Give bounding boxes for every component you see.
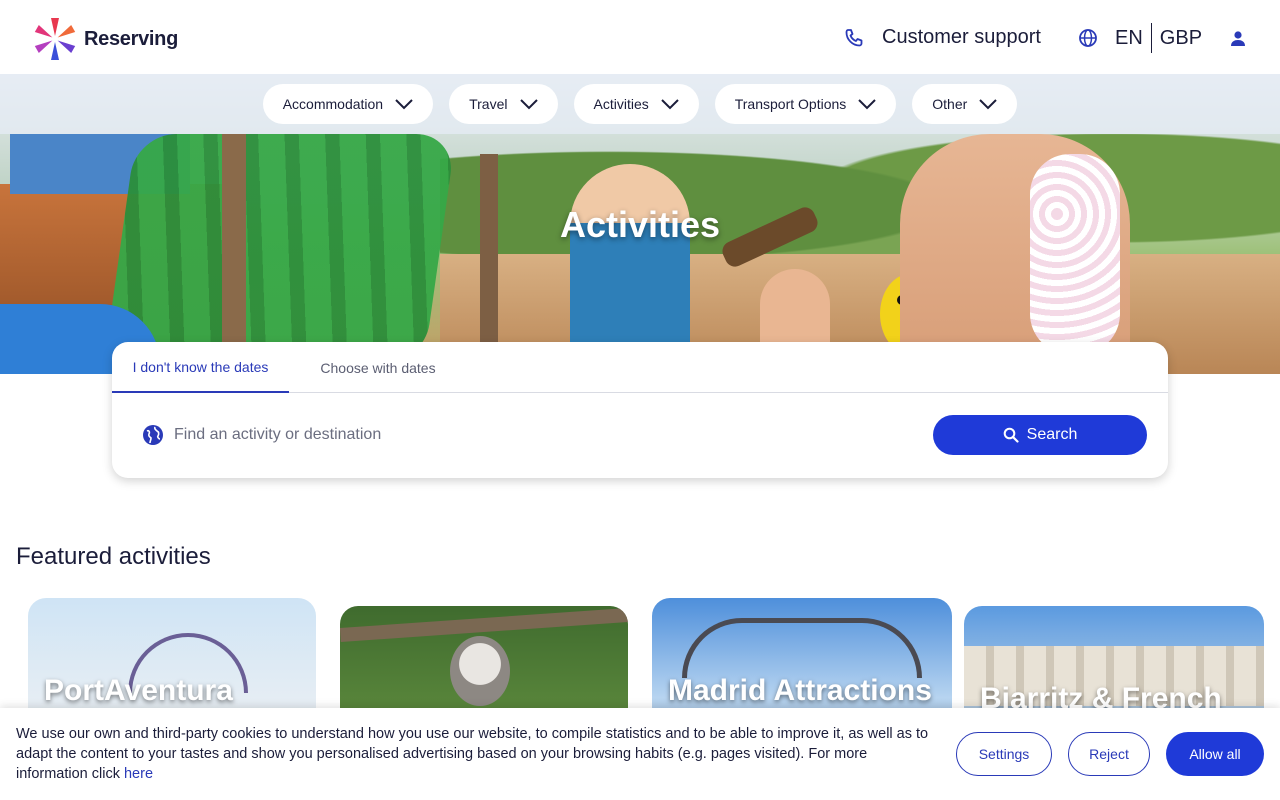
language-currency-divider (1150, 23, 1152, 53)
hero-person-girl (1030, 154, 1120, 354)
nav-label: Activities (593, 96, 649, 112)
phone-icon (845, 28, 863, 46)
featured-heading: Featured activities (16, 543, 211, 570)
nav-label: Other (932, 96, 968, 112)
card-title: PortAventura (44, 674, 233, 707)
hero-water-slide (103, 134, 457, 364)
search-button-label: Search (1026, 426, 1078, 443)
language-currency-selector: EN GBP (1078, 22, 1202, 54)
nav-other[interactable]: Other (912, 84, 1018, 124)
customer-support-link[interactable]: Customer support (844, 26, 1041, 49)
search-button[interactable]: Search (933, 415, 1147, 455)
nav-transport-options[interactable]: Transport Options (714, 84, 897, 124)
hero-palm-trunk (222, 134, 246, 374)
site-header: Reserving Customer support EN GBP (0, 0, 1280, 74)
nav-label: Transport Options (734, 96, 847, 112)
language-selector[interactable]: EN (1115, 27, 1143, 50)
chevron-down-icon (979, 99, 997, 110)
nav-activities[interactable]: Activities (573, 84, 699, 124)
nav-label: Travel (469, 96, 508, 112)
user-icon (1231, 31, 1245, 46)
cookie-reject-button[interactable]: Reject (1068, 732, 1150, 776)
customer-support-label: Customer support (882, 26, 1041, 48)
card-image-park-arch (682, 618, 922, 678)
nav-travel[interactable]: Travel (449, 84, 558, 124)
brand-name: Reserving (84, 27, 179, 50)
cookie-settings-button[interactable]: Settings (956, 732, 1052, 776)
category-nav: Accommodation Travel Activities Transpor… (0, 74, 1280, 134)
card-title: Madrid Attractions (668, 674, 932, 707)
nav-label: Accommodation (282, 96, 384, 112)
chevron-down-icon (395, 99, 413, 110)
brand-logo[interactable]: Reserving (32, 16, 178, 62)
chevron-down-icon (519, 99, 538, 110)
tab-with-dates[interactable]: Choose with dates (289, 342, 467, 393)
card-image-lemur (450, 636, 510, 706)
tab-no-dates[interactable]: I don't know the dates (112, 342, 289, 393)
chevron-down-icon (661, 99, 679, 110)
cookie-allow-all-button[interactable]: Allow all (1166, 732, 1264, 776)
search-input[interactable] (174, 426, 874, 444)
cookie-more-info-link[interactable]: here (124, 766, 153, 782)
search-tabs: I don't know the dates Choose with dates (112, 342, 1168, 393)
currency-selector[interactable]: GBP (1160, 27, 1202, 50)
search-panel: I don't know the dates Choose with dates… (112, 342, 1168, 478)
hero-palm-trunk (480, 154, 498, 374)
logo-star-icon (34, 18, 76, 60)
nav-accommodation[interactable]: Accommodation (262, 84, 434, 124)
chevron-down-icon (858, 99, 876, 110)
cookie-message: We use our own and third-party cookies t… (16, 724, 941, 784)
globe-icon (1079, 29, 1097, 47)
globe-icon (143, 425, 163, 445)
cookie-banner: We use our own and third-party cookies t… (0, 708, 1280, 800)
account-button[interactable] (1228, 29, 1248, 54)
page-title: Activities (559, 204, 721, 245)
search-icon (1003, 427, 1019, 443)
